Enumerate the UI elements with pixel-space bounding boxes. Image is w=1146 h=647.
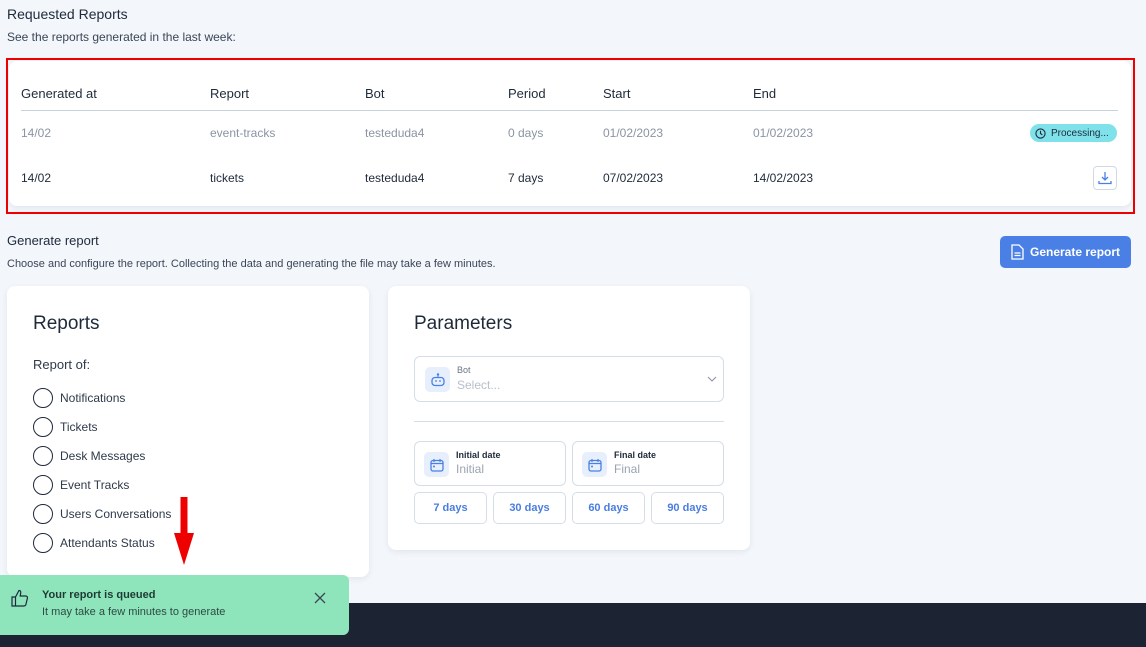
col-generated: Generated at bbox=[21, 86, 97, 101]
generate-subtitle: Choose and configure the report. Collect… bbox=[7, 258, 496, 270]
download-button[interactable] bbox=[1093, 166, 1117, 190]
calendar-icon bbox=[582, 452, 607, 477]
status-badge: Processing... bbox=[1030, 124, 1117, 142]
col-bot: Bot bbox=[365, 86, 385, 101]
radio-circle[interactable] bbox=[33, 474, 53, 495]
bot-label: Bot bbox=[457, 365, 471, 375]
radio-circle[interactable] bbox=[33, 416, 53, 437]
preset-90-days[interactable]: 90 days bbox=[651, 492, 724, 524]
option-label: Tickets bbox=[60, 419, 98, 434]
generate-title: Generate report bbox=[7, 233, 99, 248]
close-icon[interactable] bbox=[314, 592, 326, 604]
robot-icon bbox=[425, 367, 450, 392]
status-text: Processing... bbox=[1051, 127, 1109, 139]
cell-period: 7 days bbox=[508, 171, 544, 185]
option-label: Attendants Status bbox=[60, 535, 155, 550]
divider bbox=[414, 421, 724, 422]
reports-title: Reports bbox=[33, 313, 100, 334]
cell-bot: testeduda4 bbox=[365, 171, 425, 185]
radio-circle[interactable] bbox=[33, 445, 53, 466]
thumbs-up-icon bbox=[11, 589, 29, 607]
final-date-label: Final date bbox=[614, 450, 657, 460]
parameters-title: Parameters bbox=[414, 313, 513, 334]
col-report: Report bbox=[210, 86, 250, 101]
generate-report-label: Generate report bbox=[1029, 245, 1121, 259]
generate-report-button[interactable]: Generate report bbox=[1000, 236, 1131, 268]
initial-date-placeholder: Initial bbox=[456, 462, 485, 476]
cell-start: 07/02/2023 bbox=[603, 171, 664, 185]
cell-generated: 14/02 bbox=[21, 171, 52, 185]
radio-users-conversations[interactable]: Users Conversations bbox=[33, 499, 171, 528]
option-label: Desk Messages bbox=[60, 448, 146, 463]
cell-period: 0 days bbox=[508, 126, 544, 140]
col-start: Start bbox=[603, 86, 631, 101]
initial-date-field[interactable]: Initial date Initial bbox=[414, 441, 566, 486]
col-end: End bbox=[753, 86, 777, 101]
final-date-placeholder: Final bbox=[614, 462, 641, 476]
radio-circle[interactable] bbox=[33, 532, 53, 553]
clock-icon bbox=[1035, 127, 1046, 139]
highlight-annotation bbox=[6, 58, 1135, 214]
option-label: Notifications bbox=[60, 390, 126, 405]
radio-desk-messages[interactable]: Desk Messages bbox=[33, 441, 171, 470]
cell-bot: testeduda4 bbox=[365, 126, 425, 140]
download-icon bbox=[1098, 172, 1112, 185]
report-of-label: Report of: bbox=[33, 357, 91, 372]
document-icon bbox=[1011, 244, 1024, 260]
red-arrow-annotation bbox=[174, 497, 194, 565]
initial-date-label: Initial date bbox=[456, 450, 501, 460]
radio-circle[interactable] bbox=[33, 503, 53, 524]
cell-end: 14/02/2023 bbox=[753, 171, 814, 185]
bot-select[interactable]: Bot Select... bbox=[414, 356, 724, 402]
report-options: Notifications Tickets Desk Messages Even… bbox=[33, 383, 171, 557]
cell-end: 01/02/2023 bbox=[753, 126, 814, 140]
toast-message: It may take a few minutes to generate bbox=[42, 606, 226, 618]
chevron-down-icon bbox=[707, 376, 717, 382]
toast-notification: Your report is queued It may take a few … bbox=[0, 575, 349, 635]
page-subtitle: See the reports generated in the last we… bbox=[7, 30, 236, 44]
cell-start: 01/02/2023 bbox=[603, 126, 664, 140]
cell-report: event-tracks bbox=[210, 126, 276, 140]
page-title: Requested Reports bbox=[7, 6, 128, 22]
radio-circle[interactable] bbox=[33, 387, 53, 408]
radio-attendants-status[interactable]: Attendants Status bbox=[33, 528, 171, 557]
radio-tickets[interactable]: Tickets bbox=[33, 412, 171, 441]
preset-30-days[interactable]: 30 days bbox=[493, 492, 566, 524]
option-label: Event Tracks bbox=[60, 477, 130, 492]
preset-7-days[interactable]: 7 days bbox=[414, 492, 487, 524]
toast-title: Your report is queued bbox=[42, 589, 156, 601]
col-period: Period bbox=[508, 86, 546, 101]
option-label: Users Conversations bbox=[60, 506, 172, 521]
final-date-field[interactable]: Final date Final bbox=[572, 441, 724, 486]
preset-60-days[interactable]: 60 days bbox=[572, 492, 645, 524]
bot-placeholder: Select... bbox=[457, 378, 501, 392]
radio-event-tracks[interactable]: Event Tracks bbox=[33, 470, 171, 499]
radio-notifications[interactable]: Notifications bbox=[33, 383, 171, 412]
cell-report: tickets bbox=[210, 171, 245, 185]
calendar-icon bbox=[424, 452, 449, 477]
cell-generated: 14/02 bbox=[21, 126, 52, 140]
header-divider bbox=[21, 110, 1118, 111]
